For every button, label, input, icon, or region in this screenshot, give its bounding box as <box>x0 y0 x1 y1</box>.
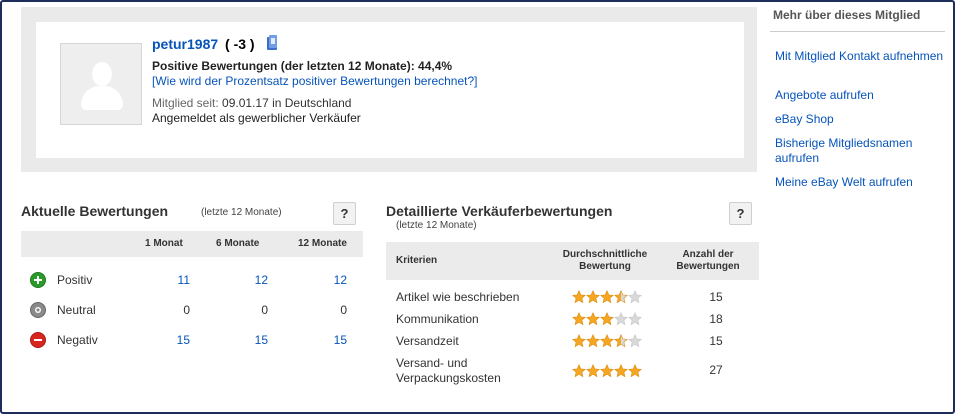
dsr-stars-shipping-time <box>572 334 642 348</box>
previous-usernames-link[interactable]: Bisherige Mitgliedsnamen aufrufen <box>775 136 945 166</box>
recent-feedback-table-header: 1 Monat 6 Monate 12 Monate <box>21 231 363 257</box>
table-row-negative: Negativ 15 15 15 <box>21 325 363 355</box>
dsr-stars-shipping-costs <box>572 364 642 378</box>
recent-feedback-help-button[interactable]: ? <box>333 202 356 225</box>
profile-card-inner: petur1987 ( -3 ) Positive Bewertungen (d… <box>36 22 744 158</box>
plus-circle-icon <box>30 272 46 288</box>
column-average-rating-line2: Bewertung <box>579 261 631 272</box>
star-icon <box>628 312 642 326</box>
star-icon <box>572 334 586 348</box>
star-icon <box>614 312 628 326</box>
star-icon <box>614 334 628 348</box>
positive-6-months[interactable]: 12 <box>228 273 268 287</box>
dsr-label-item-as-described: Artikel wie beschrieben <box>396 290 520 304</box>
profile-card: petur1987 ( -3 ) Positive Bewertungen (d… <box>21 7 757 172</box>
star-icon <box>614 364 628 378</box>
seller-type: Angemeldet als gewerblicher Verkäufer <box>152 111 361 125</box>
dsr-stars-communication <box>572 312 642 326</box>
dsr-label-shipping-costs-line2: Verpackungskosten <box>396 371 501 385</box>
negative-6-months[interactable]: 15 <box>228 333 268 347</box>
star-icon <box>628 334 642 348</box>
dsr-count-shipping-time: 15 <box>709 334 723 348</box>
star-icon <box>614 290 628 304</box>
negative-12-months[interactable]: 15 <box>307 333 347 347</box>
member-since-value: 09.01.17 in Deutschland <box>222 96 352 110</box>
star-icon <box>572 290 586 304</box>
username-link[interactable]: petur1987 <box>152 36 218 52</box>
column-rating-count: Anzahl der Bewertungen <box>662 249 754 273</box>
star-icon <box>586 312 600 326</box>
recent-feedback-subtitle: (letzte 12 Monate) <box>201 207 282 218</box>
star-icon <box>600 334 614 348</box>
row-label-negative: Negativ <box>57 333 98 347</box>
dsr-row-shipping-costs: Versand- und Verpackungskosten 27 <box>386 355 759 387</box>
contact-member-link[interactable]: Mit Mitglied Kontakt aufnehmen <box>775 49 945 64</box>
star-icon <box>600 364 614 378</box>
star-icon <box>628 364 642 378</box>
view-listings-link[interactable]: Angebote aufrufen <box>775 88 945 103</box>
negative-1-month[interactable]: 15 <box>150 333 190 347</box>
dsr-subtitle: (letzte 12 Monate) <box>396 220 477 231</box>
positive-feedback-percent: Positive Bewertungen (der letzten 12 Mon… <box>152 59 453 73</box>
sidebar-divider <box>770 31 945 32</box>
positive-1-month[interactable]: 11 <box>150 273 190 287</box>
dsr-label-shipping-costs-line1: Versand- und <box>396 356 468 370</box>
neutral-circle-icon <box>30 302 46 318</box>
my-ebay-world-link[interactable]: Meine eBay Welt aufrufen <box>775 175 945 190</box>
table-row-neutral: Neutral 0 0 0 <box>21 295 363 325</box>
row-label-neutral: Neutral <box>57 303 96 317</box>
column-rating-count-line2: Bewertungen <box>676 261 740 272</box>
minus-circle-icon <box>30 332 46 348</box>
column-6-months: 6 Monate <box>216 238 260 249</box>
dsr-label-communication: Kommunikation <box>396 312 479 326</box>
dsr-stars-item-as-described <box>572 290 642 304</box>
dsr-table-header: Kriterien Durchschnittliche Bewertung An… <box>386 242 759 280</box>
star-icon <box>586 334 600 348</box>
sidebar-title: Mehr über dieses Mitglied <box>773 8 921 22</box>
dsr-count-item-as-described: 15 <box>709 290 723 304</box>
member-since-label: Mitglied seit: <box>152 96 219 110</box>
dsr-row-communication: Kommunikation 18 <box>386 311 759 329</box>
dsr-label-shipping-costs: Versand- und Verpackungskosten <box>396 356 501 386</box>
avatar-head-shape <box>92 62 112 86</box>
member-since: Mitglied seit: 09.01.17 in Deutschland <box>152 96 351 110</box>
neutral-6-months: 0 <box>261 303 268 317</box>
dsr-row-item-as-described: Artikel wie beschrieben 15 <box>386 289 759 307</box>
column-average-rating-line1: Durchschnittliche <box>562 249 648 260</box>
dsr-title: Detaillierte Verkäuferbewertungen <box>386 203 613 219</box>
blue-badge-icon[interactable] <box>265 34 279 52</box>
star-icon <box>586 364 600 378</box>
username-line: petur1987 ( -3 ) <box>152 34 279 52</box>
row-label-positive: Positiv <box>57 273 93 287</box>
star-icon <box>600 312 614 326</box>
recent-feedback-title: Aktuelle Bewertungen <box>21 203 169 219</box>
star-icon <box>572 312 586 326</box>
star-icon <box>572 364 586 378</box>
table-row-positive: Positiv 11 12 12 <box>21 265 363 295</box>
avatar <box>60 43 142 125</box>
column-criteria: Kriterien <box>396 255 438 266</box>
column-rating-count-line1: Anzahl der <box>682 249 734 260</box>
ebay-shop-link[interactable]: eBay Shop <box>775 112 945 127</box>
column-12-months: 12 Monate <box>298 238 347 249</box>
feedback-score[interactable]: ( -3 ) <box>225 36 255 52</box>
dsr-count-communication: 18 <box>709 312 723 326</box>
avatar-body-shape <box>81 86 123 110</box>
star-icon <box>586 290 600 304</box>
column-average-rating: Durchschnittliche Bewertung <box>546 249 664 273</box>
dsr-help-button[interactable]: ? <box>729 202 752 225</box>
dsr-row-shipping-time: Versandzeit 15 <box>386 333 759 351</box>
neutral-1-month: 0 <box>183 303 190 317</box>
dsr-label-shipping-time: Versandzeit <box>396 334 459 348</box>
star-icon <box>600 290 614 304</box>
positive-percent-help-link[interactable]: [Wie wird der Prozentsatz positiver Bewe… <box>152 74 478 88</box>
dsr-count-shipping-costs: 27 <box>709 363 723 377</box>
star-icon <box>628 290 642 304</box>
neutral-12-months: 0 <box>340 303 347 317</box>
positive-12-months[interactable]: 12 <box>307 273 347 287</box>
column-1-month: 1 Monat <box>145 238 183 249</box>
